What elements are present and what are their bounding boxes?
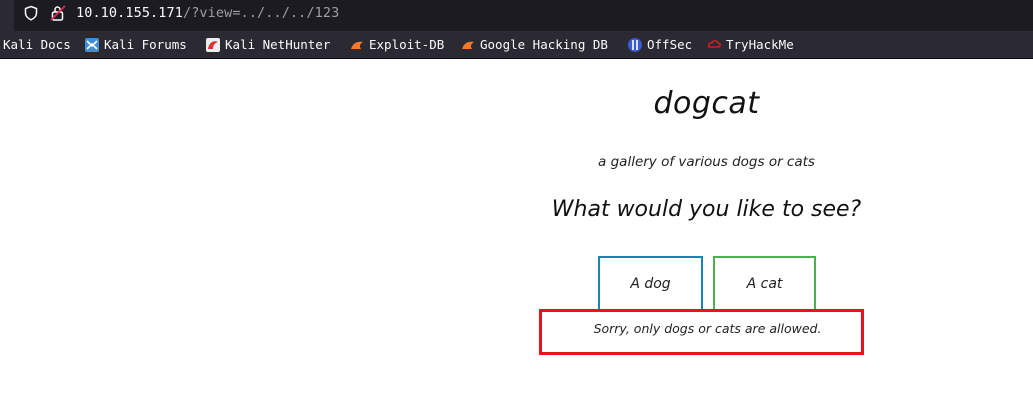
bookmark-tryhackme[interactable]: TryHackMe: [706, 31, 794, 58]
highlight-box: [539, 309, 864, 355]
offsec-icon: [627, 37, 643, 53]
url-host: 10.10.155.171: [76, 5, 183, 21]
page-content: dogcat a gallery of various dogs or cats…: [0, 59, 1033, 400]
url-path: /?view=../../../123: [182, 5, 340, 21]
url-input[interactable]: 10.10.155.171/?view=../../../123: [76, 4, 339, 22]
bookmark-kali-docs[interactable]: Kali Docs: [3, 31, 71, 58]
bookmark-label: Kali Docs: [3, 37, 71, 52]
dog-button[interactable]: A dog: [598, 256, 703, 311]
cat-button[interactable]: A cat: [713, 256, 816, 311]
site-subtitle: a gallery of various dogs or cats: [598, 154, 815, 170]
bookmark-label: Kali NetHunter: [225, 37, 331, 52]
address-bar: 10.10.155.171/?view=../../../123: [0, 0, 1033, 31]
bookmark-kali-nethunter[interactable]: Kali NetHunter: [205, 31, 330, 58]
choice-question: What would you like to see?: [551, 197, 862, 222]
bookmarks-toolbar: Kali Docs Kali Forums Kali NetHunter Exp…: [0, 31, 1033, 59]
bookmark-google-hacking-db[interactable]: Google Hacking DB: [460, 31, 608, 58]
kali-nethunter-icon: [205, 37, 221, 53]
ghdb-icon: [460, 37, 476, 53]
exploit-db-icon: [349, 37, 365, 53]
bookmark-label: Kali Forums: [104, 37, 187, 52]
bookmark-label: Google Hacking DB: [480, 37, 608, 52]
bookmark-label: OffSec: [647, 37, 693, 52]
bookmark-label: Exploit-DB: [369, 37, 445, 52]
shield-icon[interactable]: [22, 4, 40, 22]
site-title: dogcat: [653, 86, 760, 121]
bookmark-kali-forums[interactable]: Kali Forums: [84, 31, 187, 58]
tryhackme-icon: [706, 37, 722, 53]
kali-forums-icon: [84, 37, 100, 53]
bookmark-exploit-db[interactable]: Exploit-DB: [349, 31, 444, 58]
bookmark-label: TryHackMe: [726, 37, 794, 52]
bookmark-offsec[interactable]: OffSec: [627, 31, 692, 58]
window-edge: [0, 0, 14, 31]
insecure-lock-icon[interactable]: [49, 4, 67, 22]
